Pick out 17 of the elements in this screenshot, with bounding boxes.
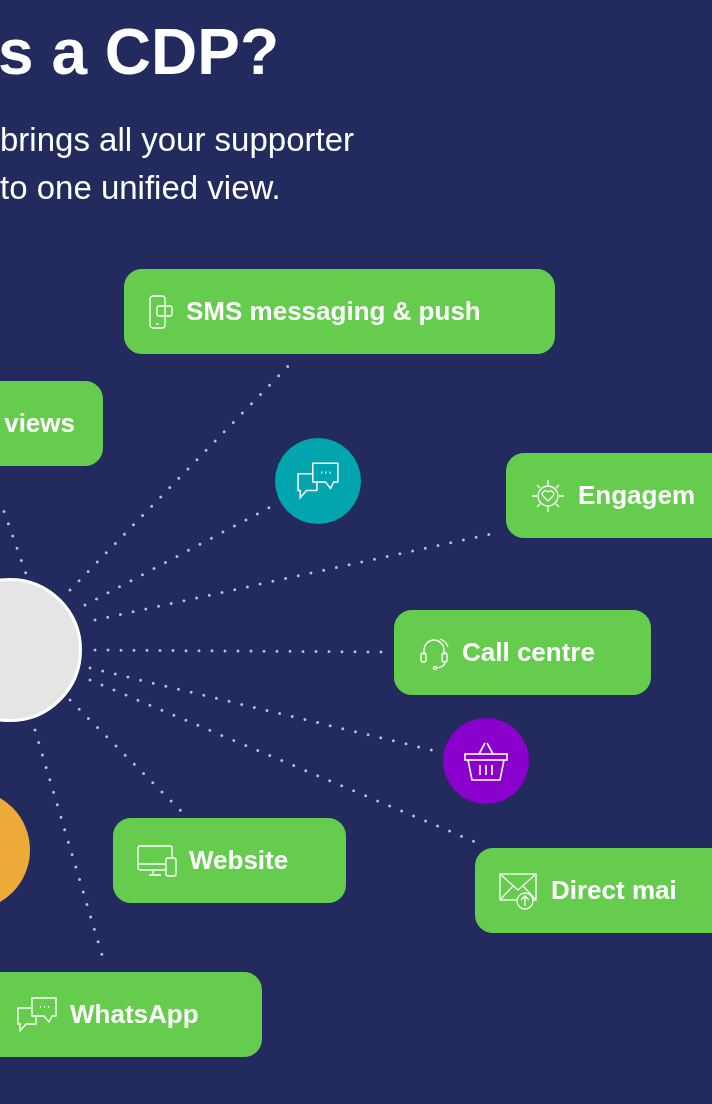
channel-label-text: SMS messaging & push (186, 295, 481, 328)
chat-bubbles-icon (16, 995, 58, 1034)
channel-label-text: views (4, 407, 75, 440)
envelope-icon (499, 871, 539, 910)
basket-icon (463, 740, 509, 782)
sun-heart-icon (530, 477, 566, 514)
computer-devices-icon (137, 843, 177, 878)
chat-bubbles-icon (296, 461, 340, 501)
channel-label-text: Call centre (462, 636, 595, 669)
channel-label-text: Website (189, 844, 289, 877)
subtitle-line: to one unified view. (0, 168, 282, 208)
channel-label-text: Direct mai (551, 874, 677, 907)
subtitle-line: brings all your supporter (0, 120, 354, 160)
phone-message-icon (148, 294, 174, 329)
page-heading: s a CDP? (0, 15, 279, 90)
channel-label-text: WhatsApp (70, 998, 199, 1031)
channel-label-text: Engagem (578, 479, 696, 512)
